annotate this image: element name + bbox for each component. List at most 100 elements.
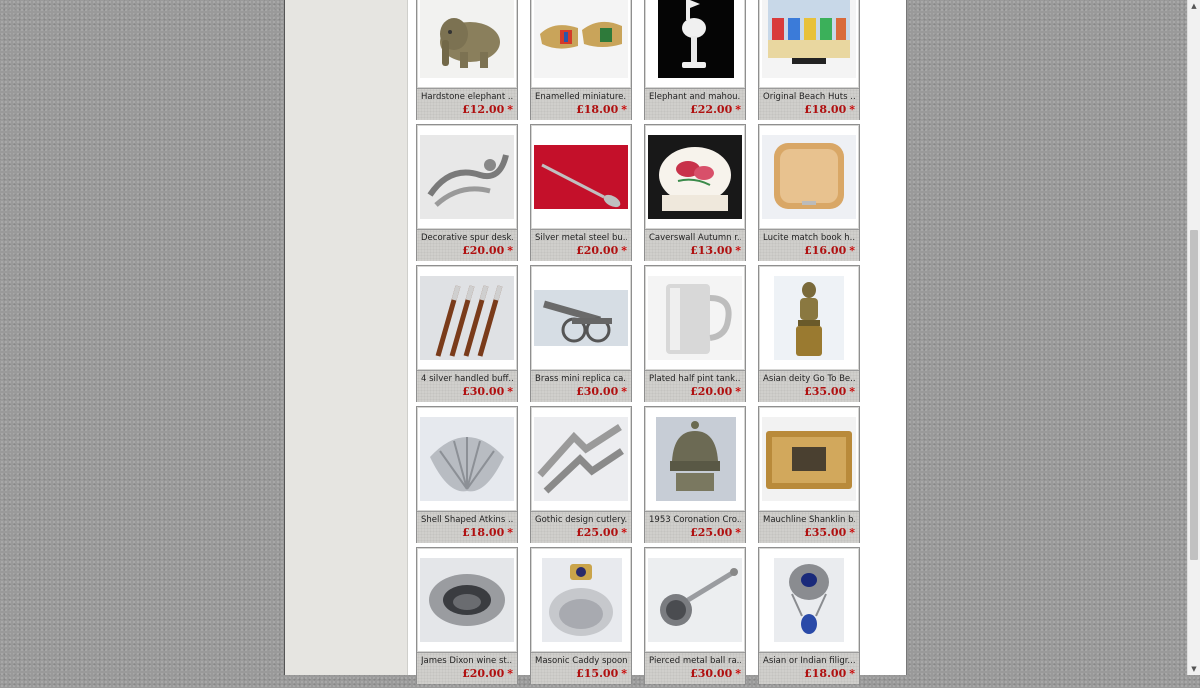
product-title[interactable]: Decorative spur desk...	[421, 233, 513, 243]
product-card[interactable]: Asian or Indian filigr... £18.00 *	[758, 547, 860, 684]
scroll-down-icon[interactable]: ▼	[1188, 663, 1200, 675]
mauchline-box-image	[762, 417, 856, 501]
product-title[interactable]: Original Beach Huts ...	[763, 92, 855, 102]
product-image[interactable]	[532, 0, 630, 87]
product-card[interactable]: 1953 Coronation Cro... £25.00 *	[644, 406, 746, 543]
scroll-up-icon[interactable]: ▲	[1188, 0, 1200, 12]
product-card[interactable]: Enamelled miniature... £18.00 *	[530, 0, 632, 120]
price-asterisk: *	[735, 526, 741, 539]
product-price: £12.00 *	[462, 103, 513, 116]
product-title[interactable]: Enamelled miniature...	[535, 92, 627, 102]
product-image[interactable]	[418, 126, 516, 228]
brass-cannon-image	[534, 276, 628, 360]
product-title[interactable]: Gothic design cutlery...	[535, 515, 627, 525]
product-price: £30.00 *	[576, 385, 627, 398]
product-title[interactable]: Silver metal steel bu...	[535, 233, 627, 243]
product-image[interactable]	[646, 549, 744, 651]
product-price: £20.00 *	[690, 385, 741, 398]
product-image[interactable]	[532, 126, 630, 228]
product-image[interactable]	[760, 267, 858, 369]
product-price: £18.00 *	[462, 526, 513, 539]
product-info: Masonic Caddy spoon £15.00 *	[531, 652, 631, 684]
product-info: Elephant and mahou... £22.00 *	[645, 88, 745, 120]
product-card[interactable]: Decorative spur desk... £20.00 *	[416, 124, 518, 261]
scrollbar-thumb[interactable]	[1190, 230, 1198, 560]
product-image[interactable]	[418, 0, 516, 87]
product-price: £15.00 *	[576, 667, 627, 680]
product-image[interactable]	[760, 126, 858, 228]
product-card[interactable]: Masonic Caddy spoon £15.00 *	[530, 547, 632, 684]
product-card[interactable]: Caverswall Autumn r... £13.00 *	[644, 124, 746, 261]
product-price: £25.00 *	[576, 526, 627, 539]
product-image[interactable]	[532, 549, 630, 651]
product-card[interactable]: Brass mini replica ca... £30.00 *	[530, 265, 632, 402]
product-image[interactable]	[532, 267, 630, 369]
price-asterisk: *	[735, 667, 741, 680]
product-image[interactable]	[418, 267, 516, 369]
product-title[interactable]: Mauchline Shanklin b...	[763, 515, 855, 525]
product-card[interactable]: Mauchline Shanklin b... £35.00 *	[758, 406, 860, 543]
product-info: Mauchline Shanklin b... £35.00 *	[759, 511, 859, 543]
product-card[interactable]: Plated half pint tank... £20.00 *	[644, 265, 746, 402]
product-image[interactable]	[646, 126, 744, 228]
product-card[interactable]: Hardstone elephant ... £12.00 *	[416, 0, 518, 120]
product-card[interactable]: Lucite match book h... £16.00 *	[758, 124, 860, 261]
product-title[interactable]: Hardstone elephant ...	[421, 92, 513, 102]
filigree-pendant-image	[774, 558, 844, 642]
product-info: Decorative spur desk... £20.00 *	[417, 229, 517, 261]
product-card[interactable]: Elephant and mahou... £22.00 *	[644, 0, 746, 120]
product-info: Asian deity Go To Be... £35.00 *	[759, 370, 859, 402]
product-title[interactable]: Lucite match book h...	[763, 233, 855, 243]
product-title[interactable]: Brass mini replica ca...	[535, 374, 627, 384]
product-title[interactable]: Pierced metal ball ra...	[649, 656, 741, 666]
price-asterisk: *	[507, 667, 513, 680]
product-title[interactable]: Elephant and mahou...	[649, 92, 741, 102]
product-title[interactable]: 4 silver handled buff...	[421, 374, 513, 384]
product-image[interactable]	[418, 408, 516, 510]
product-card[interactable]: James Dixon wine st... £20.00 *	[416, 547, 518, 684]
product-info: Pierced metal ball ra... £30.00 *	[645, 652, 745, 684]
product-title[interactable]: James Dixon wine st...	[421, 656, 513, 666]
product-card[interactable]: Asian deity Go To Be... £35.00 *	[758, 265, 860, 402]
price-asterisk: *	[735, 103, 741, 116]
product-image[interactable]	[532, 408, 630, 510]
product-price: £18.00 *	[804, 103, 855, 116]
price-asterisk: *	[507, 103, 513, 116]
product-image[interactable]	[760, 408, 858, 510]
product-info: Lucite match book h... £16.00 *	[759, 229, 859, 261]
product-title[interactable]: Asian or Indian filigr...	[763, 656, 855, 666]
pierced-ball-rattle-image	[648, 558, 742, 642]
product-card[interactable]: 4 silver handled buff... £30.00 *	[416, 265, 518, 402]
product-card[interactable]: Shell Shaped Atkins ... £18.00 *	[416, 406, 518, 543]
product-image[interactable]	[646, 408, 744, 510]
product-card[interactable]: Original Beach Huts ... £18.00 *	[758, 0, 860, 120]
product-row: Decorative spur desk... £20.00 * Silver m…	[416, 124, 876, 261]
product-image[interactable]	[646, 267, 744, 369]
product-card[interactable]: Silver metal steel bu... £20.00 *	[530, 124, 632, 261]
product-card[interactable]: Pierced metal ball ra... £30.00 *	[644, 547, 746, 684]
product-price: £18.00 *	[576, 103, 627, 116]
vertical-scrollbar[interactable]: ▲ ▼	[1187, 0, 1200, 675]
price-asterisk: *	[849, 385, 855, 398]
product-title[interactable]: Masonic Caddy spoon	[535, 656, 627, 666]
product-title[interactable]: Caverswall Autumn r...	[649, 233, 741, 243]
product-info: Caverswall Autumn r... £13.00 *	[645, 229, 745, 261]
product-image[interactable]	[418, 549, 516, 651]
product-title[interactable]: Shell Shaped Atkins ...	[421, 515, 513, 525]
caverswall-trinket-box-image	[648, 135, 742, 219]
product-image[interactable]	[760, 549, 858, 651]
product-info: James Dixon wine st... £20.00 *	[417, 652, 517, 684]
spur-desk-ornament-image	[420, 135, 514, 219]
product-title[interactable]: Plated half pint tank...	[649, 374, 741, 384]
product-image[interactable]	[760, 0, 858, 87]
product-info: Brass mini replica ca... £30.00 *	[531, 370, 631, 402]
product-title[interactable]: Asian deity Go To Be...	[763, 374, 855, 384]
product-title[interactable]: 1953 Coronation Cro...	[649, 515, 741, 525]
product-price: £22.00 *	[690, 103, 741, 116]
product-price: £20.00 *	[576, 244, 627, 257]
product-card[interactable]: Gothic design cutlery... £25.00 *	[530, 406, 632, 543]
product-row: James Dixon wine st... £20.00 * Masonic C…	[416, 547, 876, 684]
product-image[interactable]	[646, 0, 744, 87]
gothic-cutlery-rests-image	[534, 417, 628, 501]
product-info: Hardstone elephant ... £12.00 *	[417, 88, 517, 120]
